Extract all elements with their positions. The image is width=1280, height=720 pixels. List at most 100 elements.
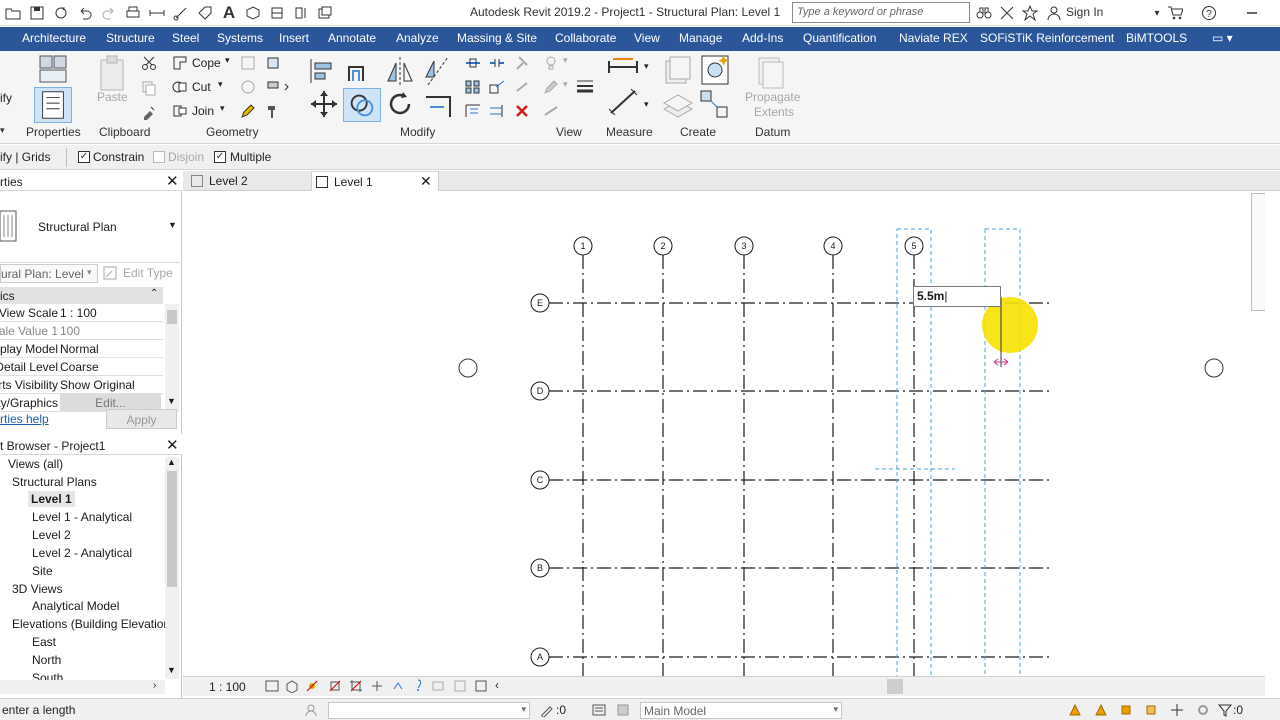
save-icon[interactable] [28,4,46,22]
properties-help-link[interactable]: rties help [0,412,49,426]
thin-lines-icon[interactable] [292,4,310,22]
drawing-canvas[interactable]: 1 2 3 4 5 E D C B A 5.5m| [183,191,1265,676]
chevron-left-icon[interactable]: ‹ [495,678,499,692]
design-options-icon[interactable] [592,703,606,717]
cope-label[interactable]: Cope [192,56,221,70]
create-assembly-icon[interactable] [662,55,694,87]
multiple-checkbox[interactable]: ✓ [214,151,226,163]
close-icon[interactable]: ✕ [166,436,179,454]
trim-extend-icon[interactable] [422,89,456,119]
properties-scrollbar[interactable]: ▼ [165,304,179,412]
tree-item-level-2[interactable]: Level 2 [32,528,71,542]
pencil-override-icon[interactable] [543,79,559,95]
chevron-down-icon[interactable]: ▾ [644,61,649,72]
measure-icon[interactable] [148,4,166,22]
editable-only-icon[interactable] [540,703,554,718]
communication-icon[interactable] [998,4,1016,22]
workset-dropdown[interactable]: ▾ [328,702,530,719]
tree-item-site[interactable]: Site [32,564,53,578]
worksets-icon[interactable] [304,703,318,717]
paint-icon[interactable] [265,79,291,95]
pencil-icon[interactable] [240,103,256,119]
mirror-draw-axis-icon[interactable] [422,55,454,87]
scale-icon[interactable] [488,79,506,95]
tag-icon[interactable] [196,4,214,22]
design-option-dropdown[interactable]: Main Model ▾ [640,702,842,719]
3d-view-icon[interactable] [244,4,262,22]
chevron-down-icon[interactable]: ▾ [225,55,230,66]
property-row[interactable]: Parts VisibilityShow Original [0,376,163,394]
hammer-icon[interactable] [265,103,281,119]
open-icon[interactable] [4,4,22,22]
elevation-marker-west[interactable] [458,358,478,378]
cope-icon[interactable] [172,55,188,71]
disjoin-label[interactable]: Disjoin [168,150,204,164]
multiple-label[interactable]: Multiple [230,150,271,164]
chevron-down-icon[interactable]: ▾ [563,55,568,66]
delete-icon[interactable] [513,103,531,119]
scrollbar-thumb[interactable] [167,471,177,587]
horizontal-scrollbar-thumb[interactable] [887,679,903,694]
join-label[interactable]: Join [192,104,214,118]
offset-icon[interactable] [345,55,377,87]
tree-item-elevations[interactable]: Elevations (Building Elevation [12,617,170,631]
modify-button-label[interactable]: ify [0,91,12,105]
ribbon-options-icon[interactable]: ▭ ▾ [1212,31,1233,45]
background-process-icon[interactable] [1196,703,1210,717]
disjoin-checkbox[interactable] [153,151,165,163]
tab-sofistik-reinforcement[interactable]: SOFiSTiK Reinforcement [980,31,1114,45]
collapse-icon[interactable]: ⌃ [150,288,158,299]
dimension-input[interactable]: 5.5m| [913,286,1001,307]
sync-icon[interactable] [52,4,70,22]
redo-icon[interactable] [100,4,118,22]
sign-in-link[interactable]: Sign In [1066,5,1103,19]
tab-systems[interactable]: Systems [217,31,263,45]
cut-geometry-icon[interactable] [172,79,188,95]
text-icon[interactable]: A [220,3,238,22]
demolish-icon[interactable] [240,79,256,95]
search-input[interactable]: Type a keyword or phrase [792,2,970,23]
detail-level-icon[interactable] [265,679,279,693]
tree-item-analytical-model[interactable]: Analytical Model [32,599,119,613]
trim-multiple-icon[interactable] [464,103,482,119]
tree-item-views-all[interactable]: Views (all) [8,457,63,471]
unlock-3d-icon[interactable] [391,679,405,693]
split-gap-icon[interactable] [488,55,506,71]
chevron-down-icon[interactable]: ▾ [0,125,5,136]
cut-scissors-icon[interactable] [141,55,157,71]
wall-joins-icon[interactable] [240,55,256,71]
close-icon[interactable]: ✕ [420,173,432,190]
copy-element-icon[interactable] [343,88,381,122]
linework-icon[interactable] [543,103,559,119]
select-by-face-icon[interactable] [1144,703,1158,717]
tree-item-level-2-analytical[interactable]: Level 2 - Analytical [32,546,132,560]
copy-icon[interactable] [141,80,157,96]
mirror-pick-axis-icon[interactable] [384,55,416,87]
constrain-checkbox[interactable]: ✓ [78,151,90,163]
pin-icon[interactable] [513,55,531,71]
create-group-icon[interactable] [662,89,694,119]
properties-section-header[interactable]: ics ⌃ [0,287,163,304]
properties-icon[interactable] [34,87,72,123]
print-icon[interactable] [124,4,142,22]
tab-analyze[interactable]: Analyze [396,31,439,45]
tab-naviate-rex[interactable]: Naviate REX [899,31,968,45]
undo-icon[interactable] [76,4,94,22]
tab-steel[interactable]: Steel [172,31,199,45]
property-row[interactable]: Detail Level Coarse [0,358,163,376]
browser-h-scrollbar[interactable]: › [0,680,165,694]
create-similar-icon[interactable] [699,89,731,119]
measure-between-references-icon[interactable] [607,57,639,77]
type-selector[interactable]: Structural Plan ▼ [0,193,182,263]
help-icon[interactable]: ? [1200,4,1218,22]
array-icon[interactable] [464,79,482,95]
elevation-marker-east[interactable] [1204,358,1224,378]
trim-single-icon[interactable] [488,103,506,119]
match-properties-icon[interactable] [141,104,157,120]
highlight-displacement-icon[interactable] [474,679,488,693]
filter-icon[interactable] [1217,703,1233,717]
tree-item-east[interactable]: East [32,635,56,649]
switch-windows-icon[interactable] [316,4,334,22]
tab-architecture[interactable]: Architecture [22,31,86,45]
tab-manage[interactable]: Manage [679,31,722,45]
